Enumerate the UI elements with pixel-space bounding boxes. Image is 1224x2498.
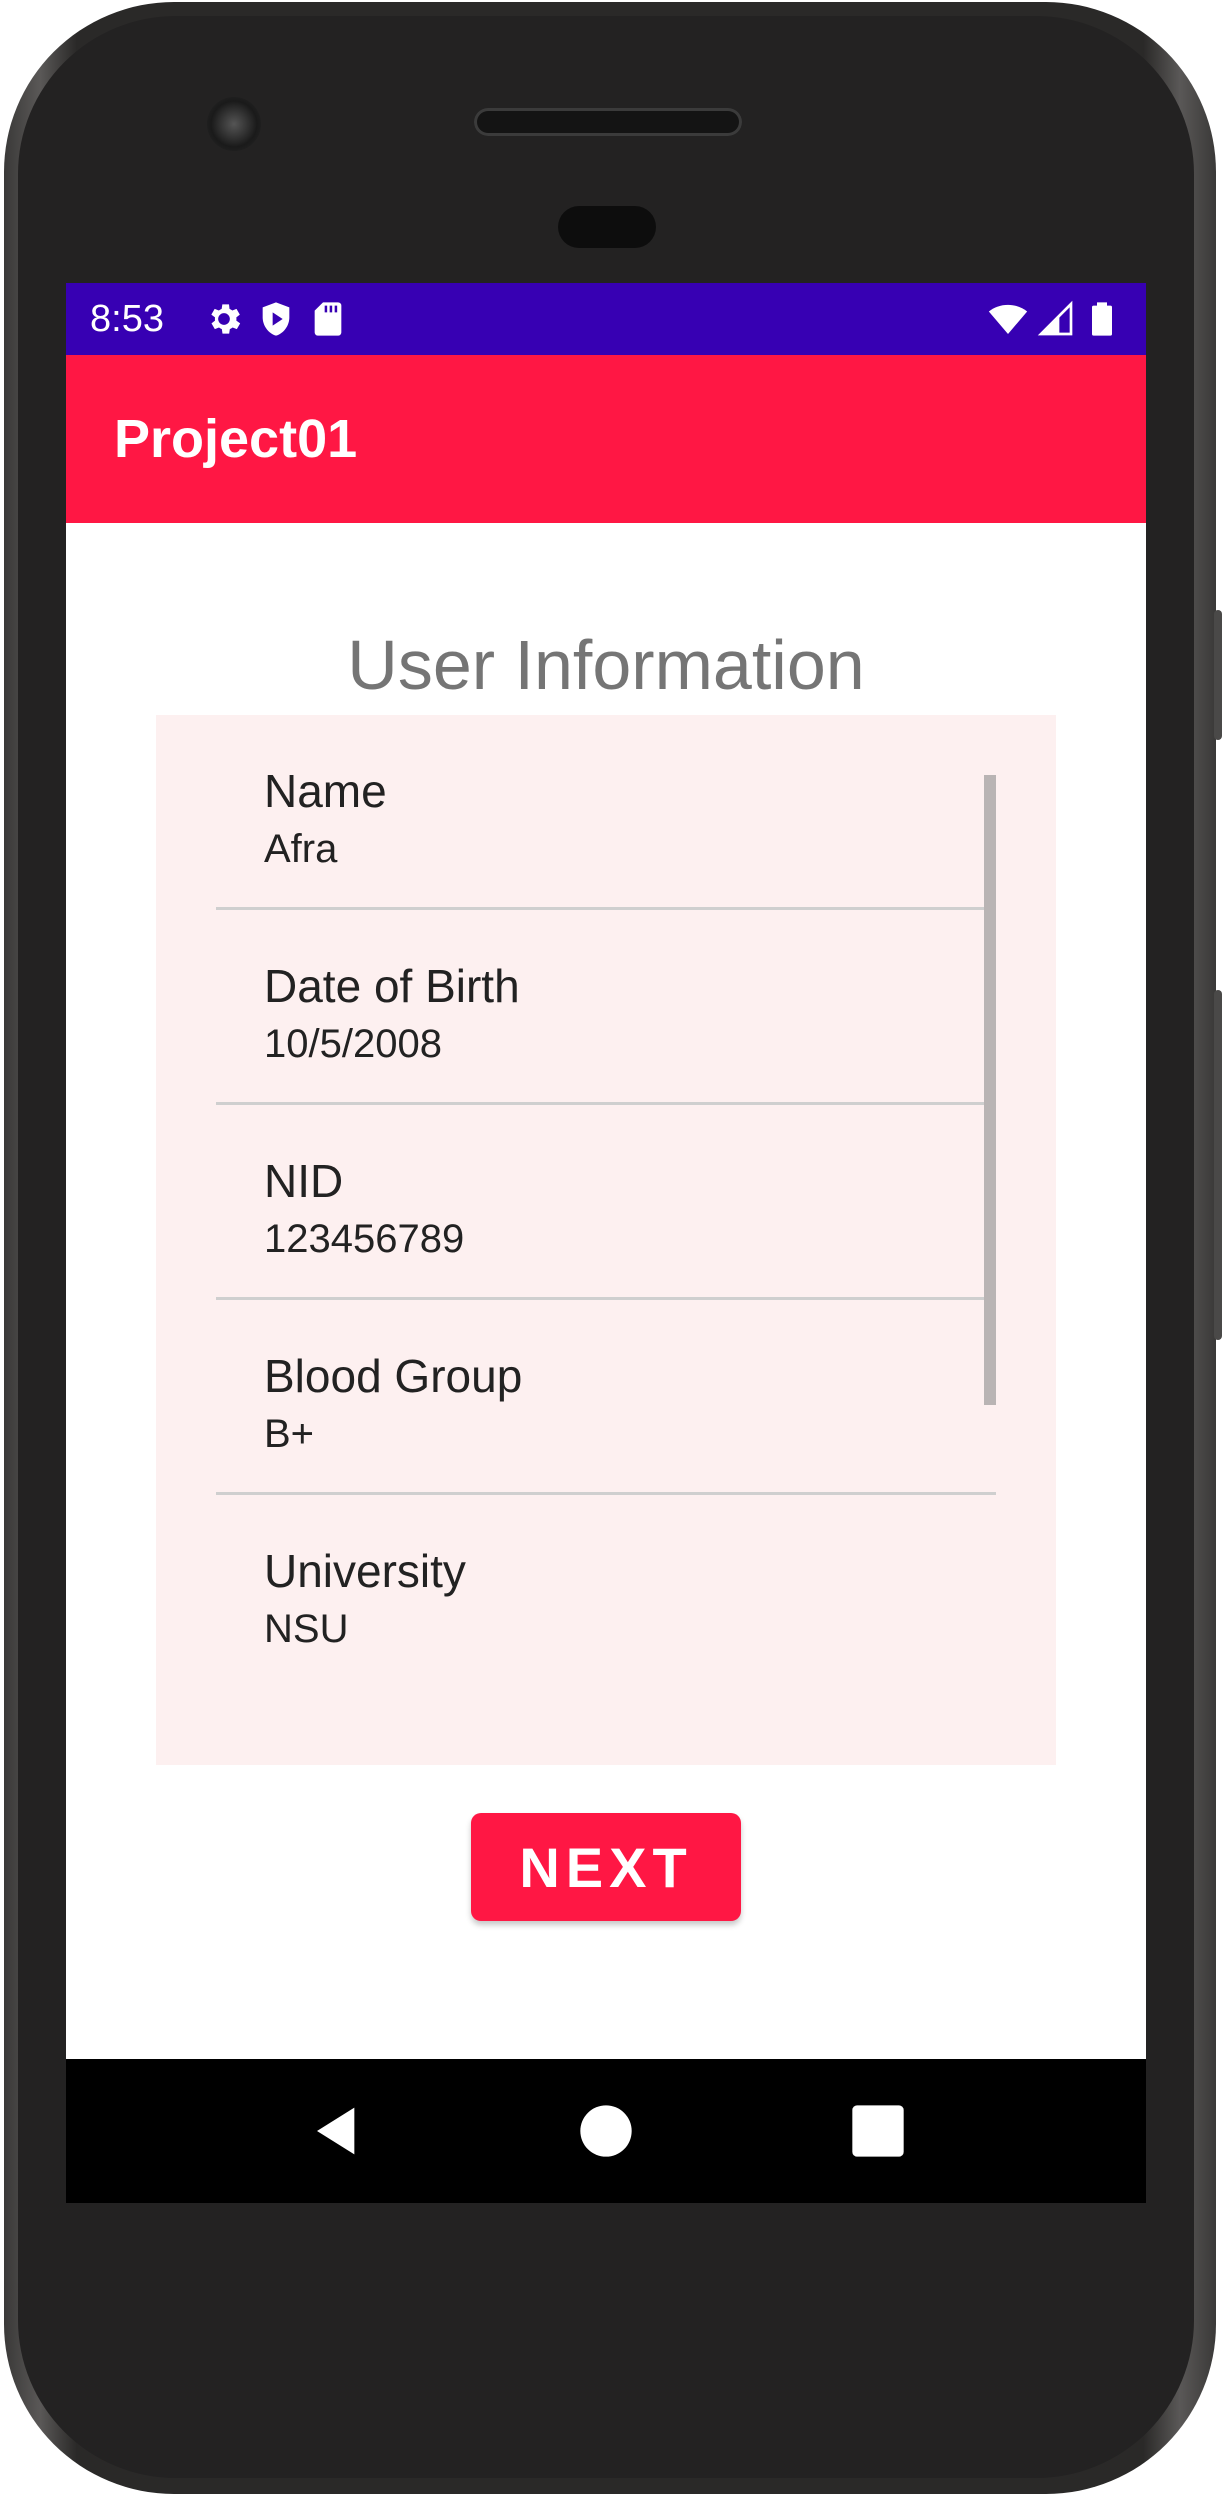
user-info-list[interactable]: Name Afra Date of Birth 10/5/2008 NID 12… xyxy=(156,715,1056,1765)
earpiece-speaker xyxy=(474,108,742,136)
status-time: 8:53 xyxy=(90,298,164,340)
gear-icon xyxy=(211,304,241,334)
back-icon[interactable] xyxy=(310,2103,366,2159)
scrollbar[interactable] xyxy=(984,775,996,1405)
home-icon[interactable] xyxy=(578,2103,634,2159)
field-value: 10/5/2008 xyxy=(264,1022,442,1066)
shield-play-icon xyxy=(262,302,290,336)
list-item-nid[interactable]: NID 123456789 xyxy=(216,1105,996,1300)
field-label: Name xyxy=(264,765,387,817)
status-bar: 8:53 xyxy=(66,283,1146,355)
navigation-bar xyxy=(66,2059,1146,2203)
list-item-university[interactable]: University NSU xyxy=(216,1495,996,1690)
field-label: Date of Birth xyxy=(264,960,520,1012)
battery-icon xyxy=(1092,302,1112,336)
sd-card-icon xyxy=(314,302,342,336)
page-title: User Information xyxy=(347,626,865,704)
device-frame: 8:53 Project01 User Information Name Afr… xyxy=(0,0,1224,2498)
screen: 8:53 Project01 User Information Name Afr… xyxy=(66,283,1146,2203)
wifi-icon xyxy=(988,304,1028,334)
power-button xyxy=(1214,610,1222,740)
list-item-blood-group[interactable]: Blood Group B+ xyxy=(216,1300,996,1495)
next-button[interactable]: NEXT xyxy=(471,1813,741,1921)
app-bar: Project01 xyxy=(66,355,1146,523)
volume-button xyxy=(1214,990,1222,1340)
field-value: 123456789 xyxy=(264,1217,465,1261)
front-camera xyxy=(207,97,261,151)
recents-icon[interactable] xyxy=(850,2103,906,2159)
app-title: Project01 xyxy=(114,409,358,469)
proximity-sensor xyxy=(558,206,656,248)
field-label: NID xyxy=(264,1155,344,1207)
field-value: Afra xyxy=(264,827,338,871)
field-value: NSU xyxy=(264,1607,349,1651)
field-value: B+ xyxy=(264,1412,315,1456)
list-item-date-of-birth[interactable]: Date of Birth 10/5/2008 xyxy=(216,910,996,1105)
list-item-name[interactable]: Name Afra xyxy=(216,715,996,910)
signal-icon xyxy=(1037,300,1073,336)
field-label: University xyxy=(264,1545,466,1597)
field-label: Blood Group xyxy=(264,1350,523,1402)
